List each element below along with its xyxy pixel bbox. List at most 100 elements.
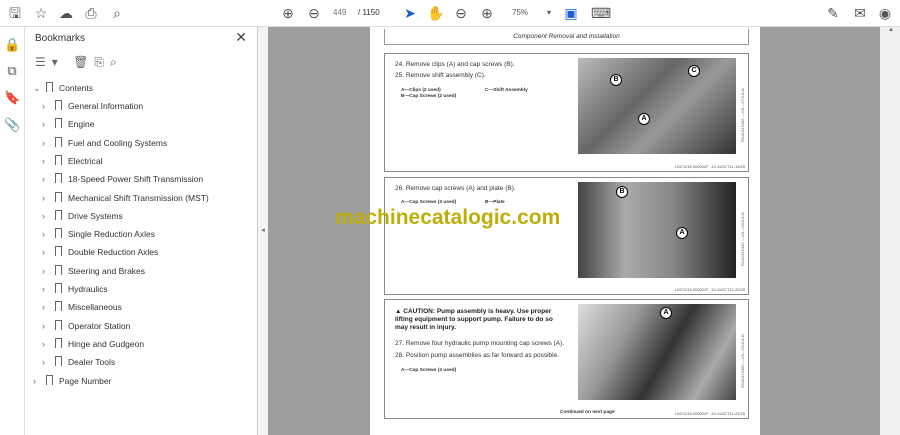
- chevron-right-icon[interactable]: ›: [42, 280, 52, 298]
- panel-collapse-handle[interactable]: ◂: [258, 27, 268, 435]
- bookmark-icon: [55, 173, 62, 184]
- bookmark-label: Fuel and Cooling Systems: [68, 137, 168, 148]
- bookmark-icon: [55, 100, 62, 110]
- bookmark-item[interactable]: › Operator Station: [42, 317, 130, 335]
- delete-icon[interactable]: 🗑: [73, 55, 94, 69]
- scroll-up-icon[interactable]: ▲: [888, 27, 894, 33]
- bookmark-item[interactable]: › Miscellaneous: [42, 298, 122, 316]
- bookmark-item[interactable]: › Single Reduction Axles: [42, 225, 155, 243]
- figure-id-text: RXA0119450 —UN—03JUL11: [740, 333, 745, 388]
- bookmark-page-number[interactable]: › Page Number: [33, 372, 111, 390]
- previous-page-icon[interactable]: ⊕: [279, 4, 297, 22]
- bookmark-label: Page Number: [59, 376, 112, 386]
- account-icon[interactable]: ◉: [876, 4, 894, 22]
- close-icon[interactable]: ✕: [235, 29, 247, 46]
- chevron-right-icon[interactable]: ›: [42, 189, 52, 207]
- callout-a: A: [660, 307, 672, 319]
- chevron-right-icon[interactable]: ›: [42, 97, 52, 115]
- step-text: 25. Remove shift assembly (C).: [395, 72, 486, 79]
- bookmark-item[interactable]: › Engine: [42, 115, 94, 133]
- pages-icon[interactable]: ⧉: [4, 63, 20, 79]
- bookmarks-panel: Bookmarks ✕ ☰▾ 🗑⎘⌕ ⌄ Contents › General In…: [25, 27, 258, 435]
- caution-text: ▲ CAUTION: Pump assembly is heavy. Use p…: [395, 308, 565, 332]
- chevron-down-icon[interactable]: ⌄: [33, 79, 43, 97]
- zoom-select[interactable]: 75%: [512, 8, 528, 17]
- chevron-right-icon[interactable]: ›: [42, 353, 52, 371]
- chevron-right-icon[interactable]: ›: [42, 207, 52, 225]
- bookmark-item[interactable]: › Hydraulics: [42, 280, 108, 298]
- document-view[interactable]: Component Removal and Installation 24. R…: [268, 27, 880, 435]
- chevron-right-icon[interactable]: ›: [42, 152, 52, 170]
- bookmark-item[interactable]: › Double Reduction Axles: [42, 243, 158, 261]
- email-icon[interactable]: ✉: [851, 4, 869, 22]
- bookmark-label: Dealer Tools: [68, 357, 116, 368]
- next-page-icon[interactable]: ⊖: [305, 4, 323, 22]
- bookmark-label: General Information: [68, 101, 144, 111]
- bookmarks-icon[interactable]: 🔖: [4, 90, 20, 106]
- print-icon[interactable]: ⎙: [82, 4, 100, 22]
- chevron-right-icon[interactable]: ›: [42, 243, 52, 261]
- bookmark-star-icon[interactable]: ☆: [32, 4, 50, 22]
- upload-cloud-icon[interactable]: ☁: [57, 4, 75, 22]
- page-number-input[interactable]: 449: [333, 8, 346, 17]
- figure-id-text: RXA0119435 —UN—27JUL11: [740, 87, 745, 142]
- pdf-page: Component Removal and Installation 24. R…: [370, 27, 760, 435]
- bookmark-item[interactable]: › Steering and Brakes: [42, 262, 145, 280]
- fit-page-icon[interactable]: ▣: [562, 4, 580, 22]
- component-photo: B C A: [578, 58, 736, 154]
- bookmark-item[interactable]: › Drive Systems: [42, 207, 123, 225]
- bookmark-label: Miscellaneous: [68, 302, 122, 313]
- step-text: 24. Remove clips (A) and cap screws (B).: [395, 61, 515, 68]
- bookmark-item[interactable]: › Hinge and Gudgeon: [42, 335, 144, 353]
- bookmark-item[interactable]: › Fuel and Cooling Systems: [42, 134, 167, 152]
- chevron-right-icon[interactable]: ›: [42, 170, 52, 188]
- find-bookmark-icon[interactable]: ⌕: [110, 55, 123, 69]
- bookmark-contents[interactable]: ⌄ Contents: [33, 79, 93, 97]
- zoom-out-icon[interactable]: ⊖: [452, 4, 470, 22]
- bookmark-item[interactable]: › General Information: [42, 97, 143, 115]
- reference-code: LM71216,000022F -19-11OCT11-19/25: [675, 164, 745, 169]
- step-block-24-25: 24. Remove clips (A) and cap screws (B).…: [384, 53, 749, 172]
- panel-title: Bookmarks: [35, 33, 86, 44]
- reference-code: LM71216,000022F -19-11OCT11-20/25: [675, 287, 745, 292]
- lock-icon[interactable]: 🔒: [4, 37, 20, 53]
- bookmark-label: Hydraulics: [68, 284, 108, 294]
- zoom-dropdown-icon[interactable]: ▾: [540, 4, 558, 22]
- bookmark-icon: [46, 375, 53, 385]
- bookmark-item[interactable]: › Electrical: [42, 152, 102, 170]
- chevron-right-icon[interactable]: ›: [42, 225, 52, 243]
- bookmark-item[interactable]: › 18-Speed Power Shift Transmission: [42, 170, 203, 188]
- save-icon[interactable]: 🖫: [6, 4, 24, 22]
- chevron-right-icon[interactable]: ›: [42, 134, 52, 152]
- attachment-icon[interactable]: 📎: [4, 117, 20, 133]
- continued-text: Continued on next page: [560, 410, 615, 415]
- options-icon[interactable]: ☰▾: [35, 55, 64, 69]
- bookmark-item[interactable]: › Dealer Tools: [42, 353, 115, 371]
- chevron-right-icon[interactable]: ›: [42, 317, 52, 335]
- chevron-right-icon[interactable]: ›: [42, 262, 52, 280]
- figure-id-text: RXA0119440 —UN—03JUL11: [740, 211, 745, 266]
- sign-pen-icon[interactable]: ✎: [824, 4, 842, 22]
- new-bookmark-icon[interactable]: ⎘: [94, 55, 110, 69]
- step-text: 26. Remove cap screws (A) and plate (B).: [395, 185, 516, 192]
- hand-tool-icon[interactable]: ✋: [427, 4, 445, 22]
- chevron-right-icon[interactable]: ›: [42, 335, 52, 353]
- chevron-right-icon[interactable]: ›: [33, 372, 43, 390]
- bookmark-label: Mechanical Shift Transmission (MST): [68, 192, 209, 203]
- step-block-26: 26. Remove cap screws (A) and plate (B).…: [384, 177, 749, 295]
- bookmark-label: 18-Speed Power Shift Transmission: [68, 174, 204, 185]
- select-cursor-icon[interactable]: ➤: [401, 4, 419, 22]
- legend-text: C—Shift Assembly: [485, 88, 528, 93]
- keyboard-scroll-icon[interactable]: ⌨: [591, 4, 611, 22]
- chevron-right-icon[interactable]: ›: [42, 115, 52, 133]
- zoom-in-icon[interactable]: ⊕: [478, 4, 496, 22]
- reference-code: LM71216,000022F -19-11OCT11-21/25: [675, 411, 745, 416]
- zoom-search-icon[interactable]: ⌕: [108, 4, 126, 22]
- bookmark-item[interactable]: › Mechanical Shift Transmission (MST): [42, 189, 209, 207]
- callout-a: A: [638, 113, 650, 125]
- bookmark-icon: [55, 154, 62, 165]
- vertical-scrollbar[interactable]: ▲: [880, 27, 900, 435]
- toolbar: 🖫 ☆ ☁ ⎙ ⌕ ⊕ ⊖ 449 / 1150 ➤ ✋ ⊖ ⊕ 75% ▾ ▣…: [0, 0, 900, 27]
- bookmark-label: Steering and Brakes: [68, 265, 146, 276]
- chevron-right-icon[interactable]: ›: [42, 298, 52, 316]
